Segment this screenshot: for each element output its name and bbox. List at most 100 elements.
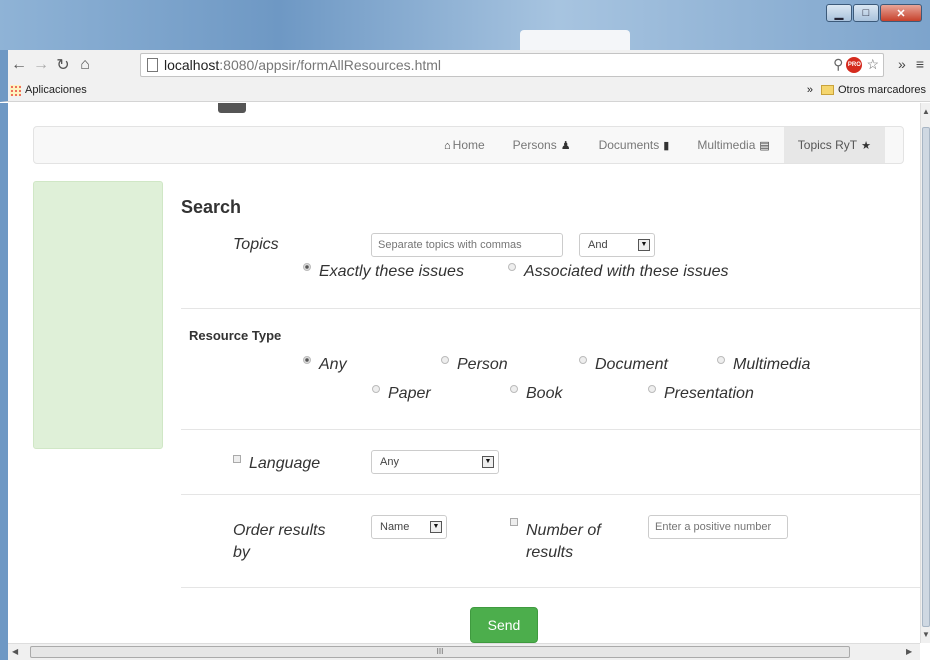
topics-input[interactable] <box>371 233 563 257</box>
apps-shortcut[interactable]: Aplicaciones <box>10 84 87 96</box>
type-person-label: Person <box>457 356 508 373</box>
pro-extension-icon[interactable]: PRO <box>846 56 863 73</box>
language-checkbox[interactable] <box>233 455 241 463</box>
window-titlebar: ▁ □ ✕ <box>0 0 930 50</box>
type-paper[interactable]: Paper <box>372 385 431 403</box>
radio-exact[interactable] <box>303 263 311 271</box>
chevron-down-icon: ▼ <box>430 521 442 533</box>
forward-arrow-icon[interactable]: → <box>30 56 52 74</box>
horizontal-scroll-thumb[interactable]: III <box>30 646 850 658</box>
number-label-line2: results <box>526 544 574 561</box>
type-book[interactable]: Book <box>510 385 562 403</box>
type-document-label: Document <box>595 356 668 373</box>
reload-icon[interactable]: ↻ <box>52 55 74 75</box>
radio-paper[interactable] <box>372 385 380 393</box>
bookmarks-chevron-icon[interactable]: » <box>807 84 813 96</box>
address-bar[interactable]: localhost:8080/appsir/formAllResources.h… <box>140 53 884 77</box>
apps-grid-icon <box>10 84 21 96</box>
type-multimedia[interactable]: Multimedia <box>717 356 810 374</box>
type-document[interactable]: Document <box>579 356 668 374</box>
nav-multimedia[interactable]: Multimedia ▤ <box>683 127 783 163</box>
number-results-checkbox[interactable] <box>510 518 518 526</box>
page-icon <box>147 58 158 72</box>
close-button[interactable]: ✕ <box>880 4 922 22</box>
top-navbar: ⌂ Home Persons ♟ Documents ▮ Multimedia ▤ To… <box>33 126 904 164</box>
file-icon: ▮ <box>663 140 670 152</box>
collapsed-tab-handle[interactable] <box>218 103 246 113</box>
scroll-right-icon[interactable]: ▶ <box>906 647 912 656</box>
nav-topics-label: Topics RyT <box>797 138 858 152</box>
horizontal-scrollbar[interactable]: ◀ III ▶ <box>8 643 920 660</box>
home-icon[interactable]: ⌂ <box>74 56 96 74</box>
chevron-down-icon: ▼ <box>482 456 494 468</box>
vertical-scrollbar[interactable]: ▲ ▼ <box>920 103 930 643</box>
type-presentation-label: Presentation <box>664 385 754 402</box>
language-toggle[interactable]: Language <box>233 455 320 473</box>
minimize-button[interactable]: ▁ <box>826 4 852 22</box>
section-divider <box>181 308 920 309</box>
order-label-line1: Order results <box>233 522 326 539</box>
type-any-label: Any <box>319 356 347 373</box>
nav-documents-label: Documents <box>598 138 660 152</box>
number-results-label: Number of results <box>526 520 601 564</box>
section-divider <box>181 587 920 588</box>
send-button[interactable]: Send <box>470 607 538 643</box>
number-results-input[interactable] <box>648 515 788 539</box>
resource-type-title: Resource Type <box>189 328 282 343</box>
url-host: localhost <box>164 57 220 73</box>
sidebar-panel <box>33 181 163 449</box>
topic-mode-assoc-label: Associated with these issues <box>524 263 729 280</box>
zoom-icon[interactable]: ⚲ <box>833 56 843 73</box>
type-presentation[interactable]: Presentation <box>648 385 754 403</box>
type-person[interactable]: Person <box>441 356 508 374</box>
radio-presentation[interactable] <box>648 385 656 393</box>
user-icon: ♟ <box>560 140 571 152</box>
radio-associated[interactable] <box>508 263 516 271</box>
back-arrow-icon[interactable]: ← <box>8 56 30 74</box>
topics-operator-select[interactable]: And ▼ <box>579 233 655 257</box>
topics-operator-value: And <box>588 239 608 251</box>
radio-person[interactable] <box>441 356 449 364</box>
language-value: Any <box>380 456 399 468</box>
radio-multimedia[interactable] <box>717 356 725 364</box>
section-divider <box>181 429 920 430</box>
topic-mode-associated[interactable]: Associated with these issues <box>508 263 729 281</box>
scroll-left-icon[interactable]: ◀ <box>12 647 18 656</box>
page-viewport: ⌂ Home Persons ♟ Documents ▮ Multimedia ▤ To… <box>8 103 920 643</box>
maximize-button[interactable]: □ <box>853 4 879 22</box>
radio-book[interactable] <box>510 385 518 393</box>
topics-label: Topics <box>233 236 279 253</box>
nav-persons-label: Persons <box>512 138 557 152</box>
form-title: Search <box>181 197 242 217</box>
star-icon: ★ <box>861 140 871 152</box>
menu-icon[interactable]: ≡ <box>916 56 924 72</box>
nav-documents[interactable]: Documents ▮ <box>585 127 684 163</box>
topic-mode-exact[interactable]: Exactly these issues <box>303 263 464 281</box>
radio-document[interactable] <box>579 356 587 364</box>
radio-any[interactable] <box>303 356 311 364</box>
scroll-down-icon[interactable]: ▼ <box>922 630 930 639</box>
vertical-scroll-thumb[interactable] <box>922 127 930 627</box>
type-any[interactable]: Any <box>303 356 347 374</box>
browser-toolbar: ← → ↻ ⌂ localhost:8080/appsir/formAllRes… <box>0 50 930 80</box>
other-bookmarks-link[interactable]: Otros marcadores <box>838 84 926 96</box>
nav-home-label: Home <box>452 138 485 152</box>
home-icon: ⌂ <box>444 140 451 152</box>
order-label: Order results by <box>233 520 325 564</box>
extensions-chevron-icon[interactable]: » <box>898 56 906 72</box>
nav-topics[interactable]: Topics RyT ★ <box>783 127 885 163</box>
scroll-up-icon[interactable]: ▲ <box>922 107 930 116</box>
order-select[interactable]: Name ▼ <box>371 515 447 539</box>
star-bookmark-icon[interactable]: ☆ <box>866 56 879 73</box>
type-paper-label: Paper <box>388 385 431 402</box>
order-label-line2: by <box>233 544 250 561</box>
language-select[interactable]: Any ▼ <box>371 450 499 474</box>
nav-persons[interactable]: Persons ♟ <box>499 127 585 163</box>
browser-tab[interactable] <box>520 30 630 50</box>
nav-home[interactable]: ⌂ Home <box>430 127 499 163</box>
type-multimedia-label: Multimedia <box>733 356 811 373</box>
topic-mode-exact-label: Exactly these issues <box>319 263 464 280</box>
folder-icon <box>820 85 834 95</box>
section-divider <box>181 494 920 495</box>
nav-multimedia-label: Multimedia <box>697 138 756 152</box>
